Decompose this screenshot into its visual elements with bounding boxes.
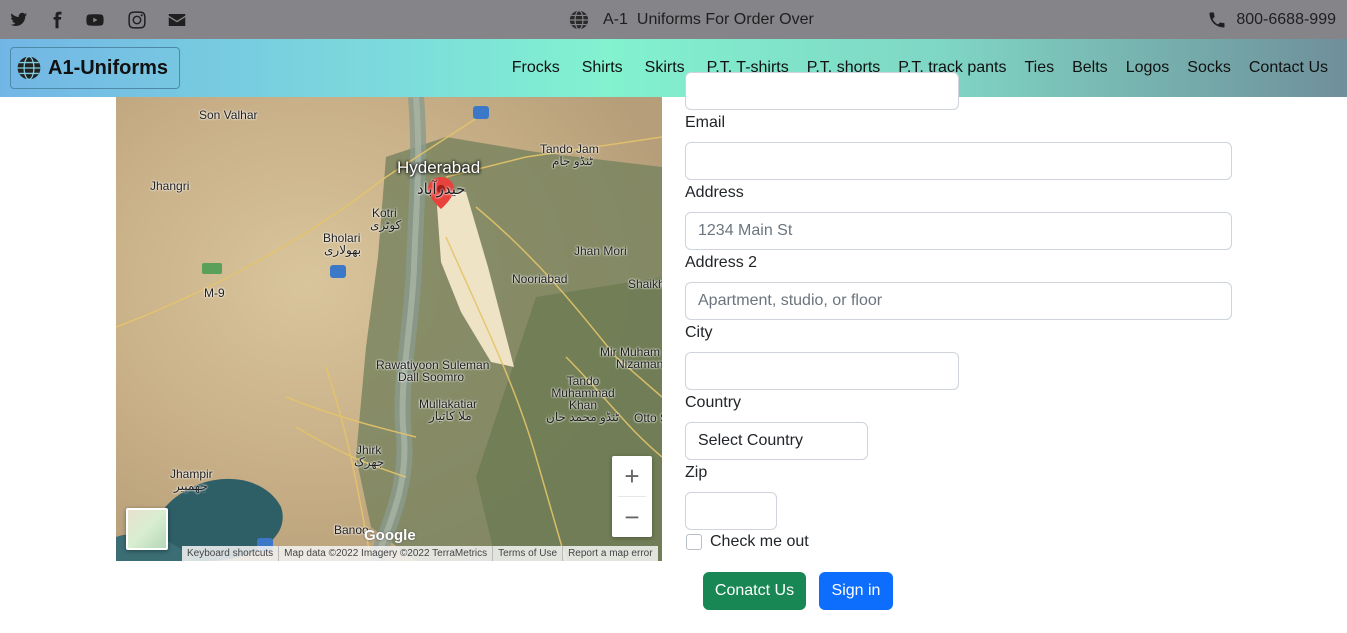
map-attribution: Keyboard shortcuts Map data ©2022 Imager… <box>182 546 658 561</box>
nav-link-ties[interactable]: Ties <box>1024 59 1054 77</box>
map-label-son-valhar: Son Valhar <box>199 108 258 122</box>
terms-of-use-link[interactable]: Terms of Use <box>492 546 562 561</box>
topbar-phone[interactable]: 800-6688-999 <box>1207 0 1336 39</box>
brand-logo[interactable]: A1-Uniforms <box>10 47 180 89</box>
main-navbar: A1-Uniforms Frocks Shirts Skirts P.T. T-… <box>0 39 1347 97</box>
map-label-nizaman: Nizaman <box>616 357 662 371</box>
map-label-hyderabad-urdu: حیدرآباد <box>417 181 466 198</box>
nav-link-socks[interactable]: Socks <box>1187 59 1231 77</box>
map-label-nooriabad: Nooriabad <box>512 272 568 286</box>
check-me-out-row[interactable]: Check me out <box>686 533 809 551</box>
globe-icon <box>17 55 41 81</box>
twitter-icon[interactable] <box>10 0 28 39</box>
map-label-otto: Otto S <box>634 411 662 425</box>
globe-icon <box>569 9 589 30</box>
zoom-out-button[interactable]: − <box>612 497 652 537</box>
map-label-tando-muhammad-khan: Tando Muhammad Khan <box>551 374 615 412</box>
logo-text: A1-Uniforms <box>48 56 169 79</box>
email-label: Email <box>685 114 726 131</box>
google-logo: Google <box>364 527 416 544</box>
embedded-map[interactable]: M-9 Son Valhar Jhangri Hyderabad حیدرآبا… <box>116 97 662 561</box>
name-field[interactable] <box>685 72 959 110</box>
map-zoom-controls: + − <box>612 456 652 537</box>
top-info-bar: A-1 Uniforms For Order Over 800-6688-999 <box>0 0 1347 39</box>
keyboard-shortcuts-link[interactable]: Keyboard shortcuts <box>182 546 278 561</box>
country-label: Country <box>685 394 742 411</box>
report-map-error-link[interactable]: Report a map error <box>562 546 657 561</box>
map-label-jhampir-urdu: جھمپیر <box>174 479 208 493</box>
phone-number: 800-6688-999 <box>1236 10 1336 28</box>
map-label-dall-soomro: Dall Soomro <box>398 370 465 384</box>
map-label-tando-jam-urdu: ٹنڈو جام <box>552 154 593 168</box>
map-label-jhirk-urdu: جھرک <box>354 455 385 469</box>
address2-label: Address 2 <box>685 254 758 271</box>
map-label-jhan-mori: Jhan Mori <box>574 244 627 258</box>
phone-icon <box>1209 12 1225 27</box>
topbar-brand: A-1 <box>603 10 628 28</box>
nav-link-belts[interactable]: Belts <box>1072 59 1108 77</box>
address2-field[interactable] <box>685 282 1232 320</box>
map-type-toggle[interactable] <box>126 508 168 550</box>
map-label-hyderabad: Hyderabad <box>397 158 481 177</box>
envelope-icon[interactable] <box>168 0 186 39</box>
topbar-text: Uniforms For Order Over <box>636 10 814 28</box>
nav-link-contact-us[interactable]: Contact Us <box>1249 59 1328 77</box>
youtube-icon[interactable] <box>86 0 104 39</box>
city-label: City <box>685 324 713 341</box>
map-label-tando-muhammad-urdu: ٹنڈو محمد خان <box>546 410 620 424</box>
instagram-icon[interactable] <box>128 0 146 39</box>
city-field[interactable] <box>685 352 959 390</box>
topbar-announcement: A-1 Uniforms For Order Over <box>568 0 814 39</box>
map-label-jhangri: Jhangri <box>150 179 190 193</box>
zip-field[interactable] <box>685 492 777 530</box>
map-label-kotri-urdu: کوٹری <box>370 218 402 232</box>
facebook-icon[interactable] <box>48 0 66 39</box>
contact-us-button[interactable]: Conatct Us <box>703 572 806 610</box>
check-me-out-checkbox[interactable] <box>686 534 702 550</box>
address-label: Address <box>685 184 744 201</box>
zip-label: Zip <box>685 464 708 481</box>
country-selected-value: Select Country <box>698 432 803 449</box>
map-label-shaikh: Shaikh <box>628 277 662 291</box>
address-field[interactable] <box>685 212 1232 250</box>
email-field[interactable] <box>685 142 1232 180</box>
map-label-m9: M-9 <box>204 286 225 300</box>
zoom-in-button[interactable]: + <box>612 456 652 496</box>
sign-in-button[interactable]: Sign in <box>819 572 893 610</box>
map-data-text: Map data ©2022 Imagery ©2022 TerraMetric… <box>278 546 492 561</box>
nav-link-shirts[interactable]: Shirts <box>582 59 623 77</box>
check-me-out-label: Check me out <box>710 533 809 550</box>
map-label-bholari-urdu: بھولاری <box>324 243 362 257</box>
nav-link-skirts[interactable]: Skirts <box>645 59 685 77</box>
map-label-mullakatiar-urdu: ملا کاتیار <box>429 409 472 423</box>
nav-link-frocks[interactable]: Frocks <box>512 59 560 77</box>
country-select[interactable]: Select Country <box>685 422 868 460</box>
nav-link-logos[interactable]: Logos <box>1126 59 1170 77</box>
